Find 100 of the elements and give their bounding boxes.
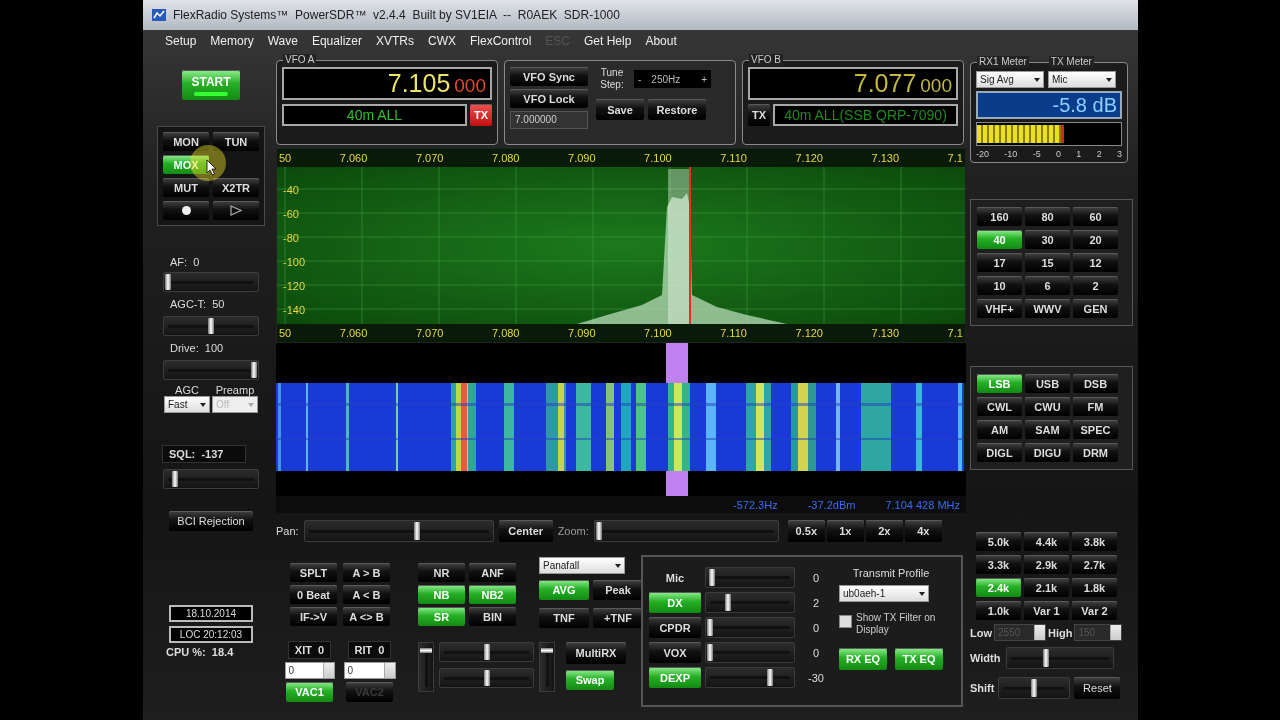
slider-thumb[interactable] — [708, 569, 715, 586]
slider-thumb[interactable] — [724, 594, 731, 611]
mode-button[interactable]: DIGU — [1025, 443, 1070, 462]
menu-item[interactable]: CWX — [421, 34, 463, 48]
band-button[interactable]: 20 — [1073, 230, 1118, 249]
vfo-button[interactable]: A > B — [343, 563, 390, 582]
dropdown[interactable]: Mic — [1048, 71, 1116, 88]
filter-button[interactable]: 3.3k — [976, 555, 1021, 574]
slider-thumb[interactable] — [1042, 649, 1049, 667]
zoom-button[interactable]: 0.5x — [787, 520, 825, 542]
slider-thumb[interactable] — [171, 471, 178, 487]
filter-button[interactable]: Var 1 — [1024, 601, 1069, 620]
band-button[interactable]: VHF+ — [977, 299, 1022, 318]
menu-item[interactable]: FlexControl — [463, 34, 539, 48]
toggle-button[interactable]: VOX — [649, 642, 701, 663]
multirx-button[interactable]: MultiRX — [566, 642, 626, 664]
filter-button[interactable]: 2.1k — [1024, 578, 1069, 597]
filter-button[interactable]: 5.0k — [976, 532, 1021, 551]
decrement-button[interactable]: - — [634, 73, 646, 85]
bci-rejection-button[interactable]: BCI Rejection — [169, 511, 253, 531]
filter-button[interactable]: Var 2 — [1072, 601, 1117, 620]
band-button[interactable]: 80 — [1025, 207, 1070, 226]
filter-button[interactable]: 2.7k — [1072, 555, 1117, 574]
vfo-button[interactable]: SPLT — [290, 563, 337, 582]
toggle-button[interactable]: X2TR — [213, 178, 259, 197]
band-button[interactable]: 10 — [977, 276, 1022, 295]
zoom-button[interactable]: 4x — [904, 520, 942, 542]
menu-item[interactable]: About — [638, 34, 684, 48]
vfo-button[interactable]: IF->V — [290, 607, 337, 626]
slider-thumb[interactable] — [767, 669, 773, 686]
menu-item[interactable]: Equalizer — [304, 34, 369, 48]
menu-item[interactable]: Get Help — [577, 34, 639, 48]
toggle-button[interactable]: TUN — [213, 132, 259, 151]
band-button[interactable]: 160 — [977, 207, 1022, 226]
record-button[interactable] — [163, 201, 209, 220]
slider-thumb[interactable] — [413, 522, 420, 540]
save-button[interactable]: Save — [596, 99, 644, 120]
spin-field[interactable]: 0 — [284, 662, 335, 679]
mode-button[interactable]: DSB — [1073, 374, 1118, 393]
tx-button[interactable]: TX — [748, 104, 770, 126]
band-button[interactable]: 30 — [1025, 230, 1070, 249]
menu-item[interactable]: Memory — [203, 34, 261, 48]
filter-button[interactable]: 3.8k — [1072, 532, 1117, 551]
toggle-button[interactable]: CPDR — [649, 617, 701, 638]
mode-button[interactable]: AM — [977, 420, 1022, 439]
dropdown[interactable]: Fast — [164, 396, 210, 413]
mode-button[interactable]: FM — [1073, 397, 1118, 416]
dsp-button[interactable]: NR — [418, 563, 465, 582]
play-button[interactable] — [213, 201, 259, 220]
filter-button[interactable]: 1.8k — [1072, 578, 1117, 597]
slider-thumb[interactable] — [165, 274, 171, 290]
band-button[interactable]: 15 — [1025, 253, 1070, 272]
display-button[interactable]: +TNF — [593, 608, 643, 628]
vfo-button[interactable]: 0 Beat — [290, 585, 337, 604]
profile-dropdown[interactable]: ub0aeh-1 — [839, 585, 929, 602]
vfo-button[interactable]: A <> B — [343, 607, 390, 626]
slider-thumb[interactable] — [483, 644, 490, 660]
mode-button[interactable]: SPEC — [1073, 420, 1118, 439]
slider-thumb[interactable] — [1031, 679, 1038, 697]
tx-button[interactable]: TX — [470, 104, 492, 126]
slider-thumb[interactable] — [251, 362, 257, 378]
menu-item[interactable]: Setup — [158, 34, 204, 48]
checkbox[interactable] — [839, 615, 852, 628]
mode-button[interactable]: DRM — [1073, 443, 1118, 462]
mode-button[interactable]: CWU — [1025, 397, 1070, 416]
display-button[interactable]: Peak — [593, 580, 643, 600]
band-button[interactable]: GEN — [1073, 299, 1118, 318]
filter-button[interactable]: 2.9k — [1024, 555, 1069, 574]
spin-field[interactable]: 0 — [343, 662, 396, 679]
slider-thumb[interactable] — [420, 647, 432, 653]
center-button[interactable]: Center — [498, 520, 553, 542]
zoom-button[interactable]: 2x — [865, 520, 903, 542]
band-button[interactable]: 17 — [977, 253, 1022, 272]
frequency-field[interactable]: 7.000000 — [510, 111, 588, 129]
band-button[interactable]: 12 — [1073, 253, 1118, 272]
vfo-lock-button[interactable]: VFO Lock — [510, 89, 588, 108]
menu-item[interactable]: Wave — [260, 34, 305, 48]
mode-button[interactable]: CWL — [977, 397, 1022, 416]
band-button[interactable]: WWV — [1025, 299, 1070, 318]
toggle-button[interactable]: MON — [163, 132, 209, 151]
slider-thumb[interactable] — [541, 647, 553, 653]
slider-thumb[interactable] — [707, 644, 713, 661]
slider-thumb[interactable] — [595, 522, 602, 540]
filter-button[interactable]: 4.4k — [1024, 532, 1069, 551]
slider-thumb[interactable] — [208, 318, 214, 334]
filter-button[interactable]: 1.0k — [976, 601, 1021, 620]
mode-button[interactable]: USB — [1025, 374, 1070, 393]
dropdown[interactable]: Sig Avg — [976, 71, 1044, 88]
dsp-button[interactable]: BIN — [469, 607, 516, 626]
band-button[interactable]: 2 — [1073, 276, 1118, 295]
increment-button[interactable]: + — [697, 73, 712, 85]
slider-thumb[interactable] — [707, 619, 713, 636]
vfo-sync-button[interactable]: VFO Sync — [510, 67, 588, 86]
slider-thumb[interactable] — [483, 670, 490, 686]
mode-button[interactable]: SAM — [1025, 420, 1070, 439]
display-mode-dropdown[interactable]: Panafall — [539, 557, 625, 574]
dsp-button[interactable]: ANF — [469, 563, 516, 582]
display-button[interactable]: TNF — [539, 608, 589, 628]
band-button[interactable]: 60 — [1073, 207, 1118, 226]
band-button[interactable]: 6 — [1025, 276, 1070, 295]
